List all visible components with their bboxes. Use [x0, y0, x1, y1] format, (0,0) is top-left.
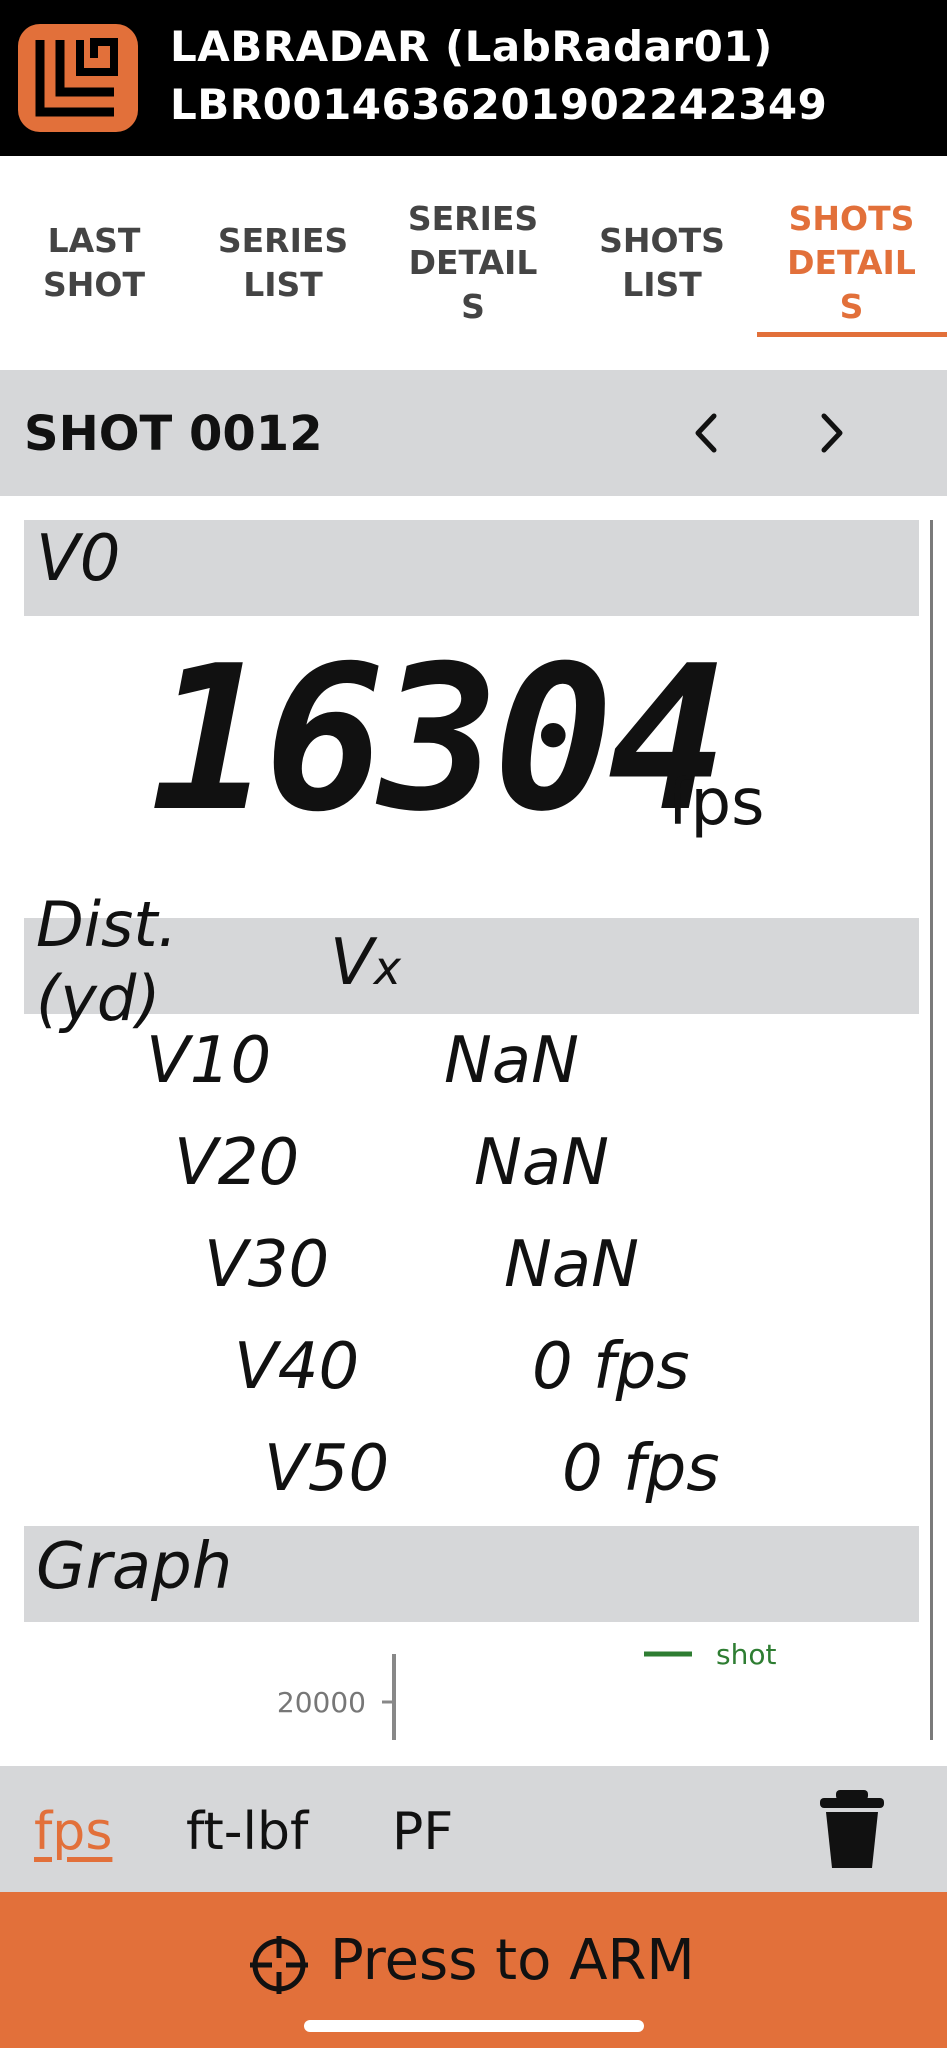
velocity-row-value: NaN [444, 1024, 579, 1098]
arm-label: Press to ARM [330, 1928, 695, 1993]
tab-series-list[interactable]: SERIES LIST [188, 156, 378, 370]
velocity-row-value: 0 fps [562, 1432, 720, 1506]
velocity-row-value: NaN [474, 1126, 609, 1200]
chevron-left-icon[interactable] [686, 410, 726, 456]
active-tab-indicator [757, 332, 947, 337]
tab-last-shot[interactable]: LAST SHOT [0, 156, 188, 370]
labradar-logo-icon [18, 24, 138, 132]
device-serial: LBR0014636201902242349 [170, 80, 828, 129]
shot-navigation-bar: SHOT 0012 [0, 370, 947, 496]
velocity-row-name: V40 [234, 1330, 360, 1404]
velocity-row-value: NaN [504, 1228, 639, 1302]
trash-icon[interactable] [818, 1788, 886, 1870]
graph-label: Graph [36, 1530, 233, 1604]
unit-pf-button[interactable]: PF [392, 1802, 453, 1862]
tab-shots-list[interactable]: SHOTS LIST [568, 156, 756, 370]
legend-label: shot [716, 1640, 776, 1671]
chevron-right-icon[interactable] [812, 410, 852, 456]
units-bar: fps ft-lbf PF [0, 1766, 947, 1892]
velocity-row-name: V30 [204, 1228, 330, 1302]
tab-series-details[interactable]: SERIES DETAIL S [378, 156, 568, 370]
v0-value: 16304 [150, 623, 728, 856]
v0-section-header [24, 520, 919, 616]
tab-bar: LAST SHOT SERIES LIST SERIES DETAIL S SH… [0, 156, 947, 370]
velocity-row-name: V10 [146, 1024, 272, 1098]
device-name: LABRADAR (LabRadar01) [170, 22, 773, 71]
velocity-row-value: 0 fps [532, 1330, 690, 1404]
v0-label: V0 [36, 522, 121, 596]
velocity-column-label: Vx [330, 926, 401, 1000]
unit-ftlbf-button[interactable]: ft-lbf [186, 1802, 308, 1862]
home-indicator [304, 2020, 644, 2032]
velocity-graph: shot 20000 [277, 1640, 776, 1740]
y-tick-label: 20000 [277, 1686, 366, 1719]
scrollbar[interactable] [930, 520, 933, 1740]
velocity-row-name: V50 [264, 1432, 390, 1506]
vx-label-main: V [330, 926, 374, 1000]
unit-fps-button[interactable]: fps [34, 1802, 112, 1862]
crosshair-icon [250, 1936, 308, 1994]
tab-shots-details[interactable]: SHOTS DETAIL S [756, 156, 947, 370]
velocity-row-name: V20 [174, 1126, 300, 1200]
app-header: LABRADAR (LabRadar01) LBR001463620190224… [0, 0, 947, 156]
shot-title: SHOT 0012 [24, 406, 323, 462]
v0-unit: fps [668, 766, 765, 840]
vx-label-sub: x [373, 941, 402, 995]
distance-column-label: Dist. (yd) [36, 888, 178, 1035]
